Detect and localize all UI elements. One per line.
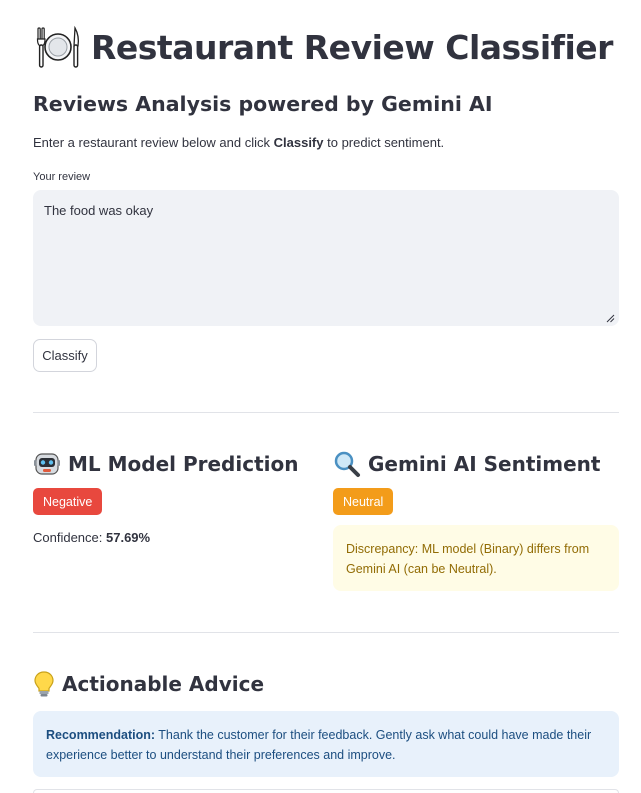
negative-badge: Negative: [33, 488, 103, 515]
plate-fork-knife-icon: [36, 25, 80, 68]
confidence-value: 57.69%: [106, 530, 151, 545]
confidence-label: Confidence:: [33, 530, 106, 545]
intro-text-part: Enter a restaurant review below and clic…: [33, 135, 274, 150]
app-page: Restaurant Review Classifier Reviews Ana…: [0, 0, 641, 793]
intro-text: Enter a restaurant review below and clic…: [33, 135, 444, 150]
review-field-label: Your review: [33, 171, 91, 183]
gemini-sentiment-heading: Gemini AI Sentiment: [333, 450, 600, 478]
review-textarea-value: The food was okay: [44, 203, 154, 218]
classify-button[interactable]: Classify: [33, 339, 97, 372]
ml-prediction-heading-text: ML Model Prediction: [68, 452, 299, 476]
lightbulb-icon: [34, 671, 54, 697]
page-title-text: Restaurant Review Classifier: [91, 27, 613, 67]
magnifier-icon: [334, 451, 360, 477]
intro-text-part: to predict sentiment.: [323, 135, 445, 150]
gemini-sentiment-heading-text: Gemini AI Sentiment: [368, 452, 601, 476]
robot-icon: [34, 453, 60, 475]
advice-heading-text: Actionable Advice: [62, 672, 265, 696]
page-subtitle: Reviews Analysis powered by Gemini AI: [33, 92, 493, 116]
ml-prediction-heading: ML Model Prediction: [33, 450, 298, 478]
divider: [33, 632, 619, 633]
recommendation-label: Recommendation:: [46, 728, 156, 742]
advice-heading: Actionable Advice: [33, 670, 264, 698]
confidence-text: Confidence: 57.69%: [33, 530, 150, 545]
page-title: Restaurant Review Classifier: [33, 22, 613, 72]
intro-classify-word: Classify: [273, 135, 324, 150]
review-textarea[interactable]: The food was okay: [33, 190, 619, 326]
recommendation-box: Recommendation: Thank the customer for t…: [33, 711, 619, 777]
divider: [33, 412, 619, 413]
resize-handle-icon[interactable]: [606, 314, 615, 323]
discrepancy-warning: Discrepancy: ML model (Binary) differs f…: [333, 525, 619, 591]
next-container-edge: [33, 789, 619, 793]
neutral-badge: Neutral: [333, 488, 394, 515]
